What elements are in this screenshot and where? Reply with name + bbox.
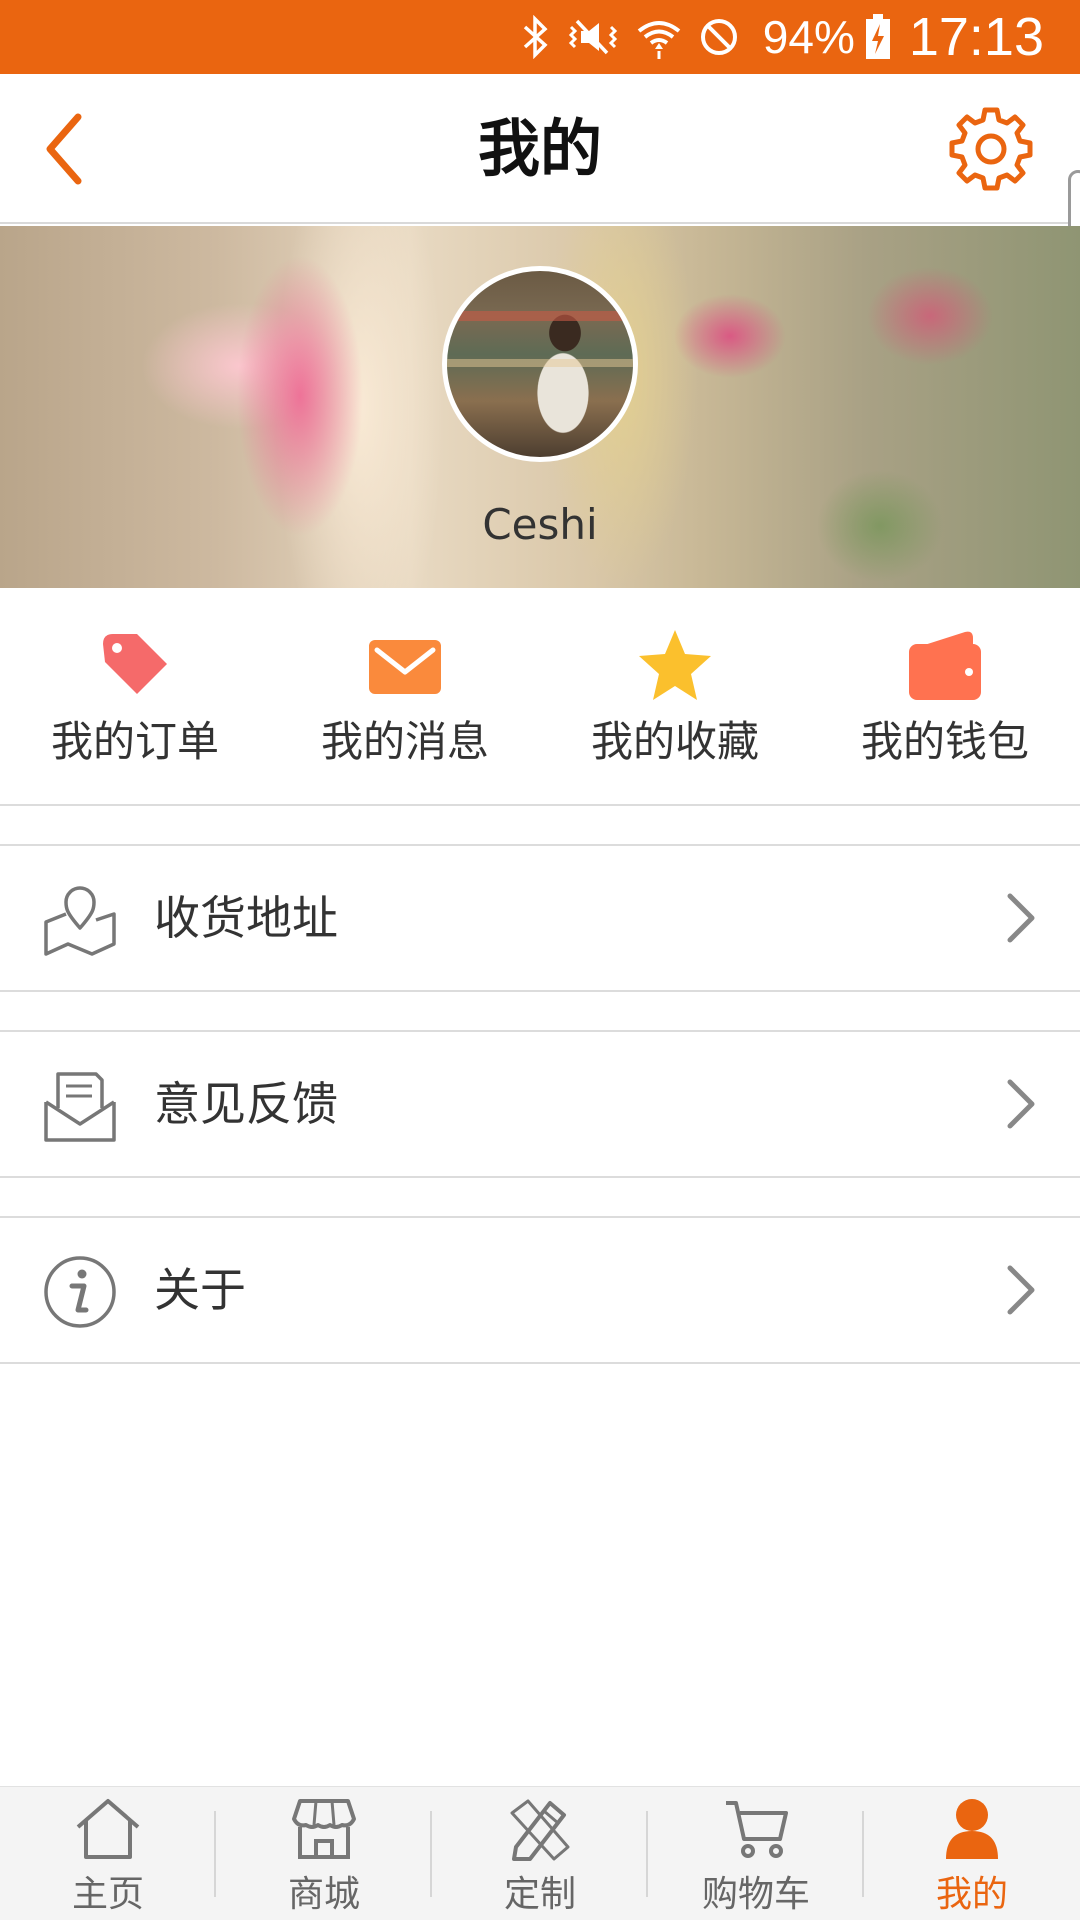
messages-button[interactable]: 我的消息: [270, 588, 540, 806]
do-not-disturb-icon: [700, 19, 737, 55]
home-icon: [76, 1799, 140, 1859]
tab-store[interactable]: 商城: [216, 1787, 432, 1921]
divider: [0, 804, 1080, 806]
tab-profile[interactable]: 我的: [864, 1787, 1080, 1921]
wallet-icon: [909, 631, 981, 700]
quick-action-label: 我的消息: [320, 717, 489, 766]
battery-percentage: 94%: [762, 11, 855, 63]
wallet-button[interactable]: 我的钱包: [810, 588, 1080, 806]
nav-bar: 我的: [0, 74, 1080, 224]
avatar[interactable]: [442, 266, 638, 462]
gear-icon[interactable]: [946, 104, 1036, 194]
divider: [0, 1176, 1080, 1178]
bottom-tab-bar: 主页 商城 定制 购物车 我的: [0, 1786, 1080, 1920]
tab-label: 购物车: [701, 1874, 810, 1915]
menu-item-about[interactable]: 关于: [0, 1218, 1080, 1363]
star-icon: [639, 630, 711, 700]
tab-label: 主页: [71, 1874, 144, 1915]
quick-action-label: 我的钱包: [860, 717, 1029, 766]
favorites-button[interactable]: 我的收藏: [540, 588, 810, 806]
tab-customize[interactable]: 定制: [432, 1787, 648, 1921]
divider: [0, 1362, 1080, 1364]
tab-home[interactable]: 主页: [0, 1787, 216, 1921]
cart-icon: [726, 1801, 788, 1858]
battery-charging-icon: [865, 14, 890, 59]
pencil-ruler-icon: [510, 1799, 570, 1861]
menu-item-feedback[interactable]: 意见反馈: [0, 1032, 1080, 1177]
map-pin-icon: [44, 886, 116, 956]
tab-label: 定制: [503, 1874, 576, 1915]
status-bar: 94% 17:13: [0, 0, 1080, 74]
menu-item-label: 收货地址: [154, 891, 338, 945]
page-title: 我的: [477, 112, 602, 185]
orders-button[interactable]: 我的订单: [0, 588, 270, 806]
vibrate-icon: [568, 19, 617, 55]
info-icon: [44, 1256, 116, 1328]
menu-item-address[interactable]: 收货地址: [0, 846, 1080, 991]
menu-item-label: 意见反馈: [154, 1077, 338, 1131]
quick-actions: 我的订单 我的消息 我的收藏 我的钱包: [0, 588, 1080, 806]
chevron-right-icon: [1007, 893, 1035, 943]
tab-label: 商城: [287, 1874, 360, 1915]
username: Ceshi: [482, 500, 598, 549]
menu-item-label: 关于: [154, 1263, 246, 1317]
envelope-open-icon: [44, 1072, 116, 1142]
avatar-detail: [447, 311, 633, 321]
tab-label: 我的: [935, 1874, 1008, 1915]
tab-cart[interactable]: 购物车: [648, 1787, 864, 1921]
chevron-right-icon: [1007, 1079, 1035, 1129]
quick-action-label: 我的收藏: [590, 717, 759, 766]
divider: [0, 990, 1080, 992]
avatar-detail: [447, 359, 633, 367]
store-icon: [292, 1799, 356, 1859]
bluetooth-icon: [523, 15, 548, 59]
quick-action-label: 我的订单: [50, 717, 219, 766]
mail-icon: [369, 640, 441, 694]
tag-icon: [103, 634, 167, 694]
user-icon: [946, 1799, 998, 1859]
status-icons: [521, 15, 741, 59]
wifi-icon: [637, 21, 681, 59]
chevron-right-icon: [1007, 1265, 1035, 1315]
clock: 17:13: [908, 7, 1044, 67]
